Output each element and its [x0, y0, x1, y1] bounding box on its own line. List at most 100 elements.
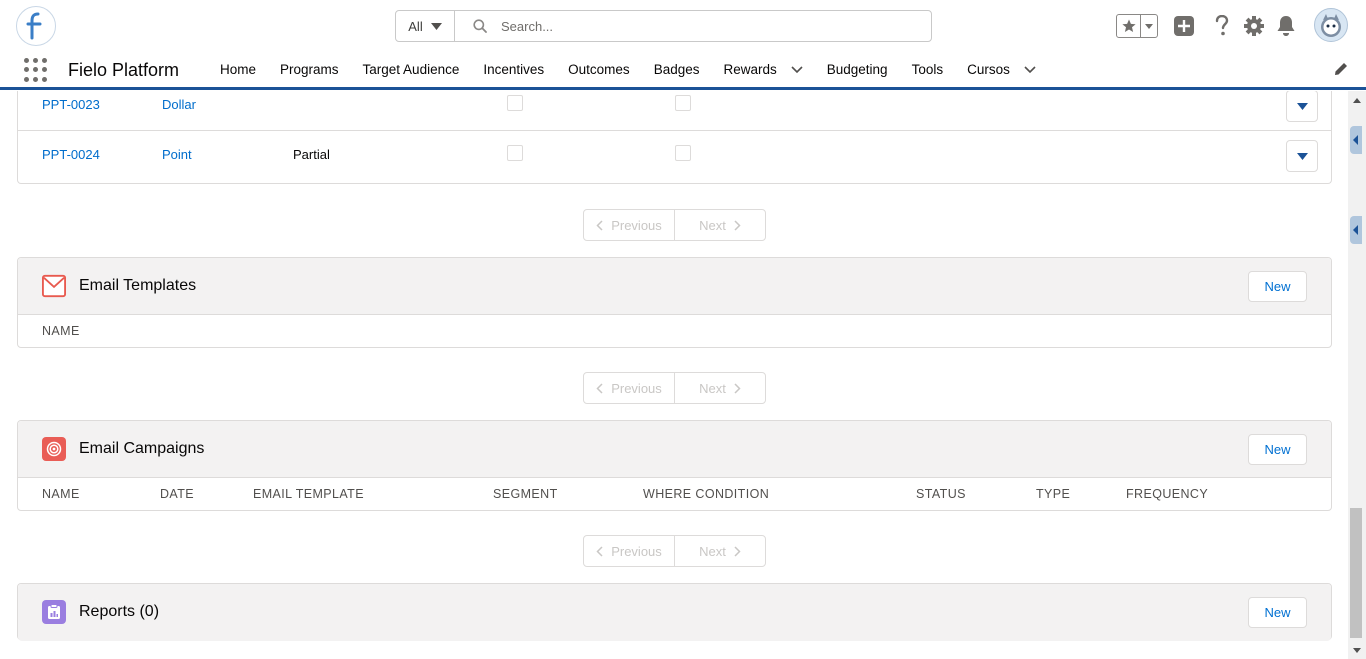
nav-item-home[interactable]: Home	[220, 62, 256, 77]
nav-item-label: Programs	[280, 62, 339, 77]
scroll-down-icon[interactable]	[1352, 645, 1362, 655]
nav-item-label: Outcomes	[568, 62, 630, 77]
previous-label: Previous	[611, 543, 662, 559]
next-button[interactable]: Next	[675, 210, 765, 240]
column-header-type[interactable]: TYPE	[1036, 487, 1070, 501]
scrollbar[interactable]	[1348, 91, 1366, 659]
column-header-segment[interactable]: SEGMENT	[493, 487, 558, 501]
card-title: Email Templates	[79, 277, 197, 294]
search-scope-select[interactable]: All	[396, 11, 455, 41]
previous-button[interactable]: Previous	[584, 536, 675, 566]
column-header-where-condition[interactable]: WHERE CONDITION	[643, 487, 769, 501]
table-row: PPT-0023 Dollar	[18, 91, 1331, 130]
nav-item-budgeting[interactable]: Budgeting	[827, 62, 888, 77]
nav-item-badges[interactable]: Badges	[654, 62, 700, 77]
next-label: Next	[699, 380, 726, 396]
new-email-template-button[interactable]: New	[1248, 271, 1307, 302]
nav-item-label: Badges	[653, 62, 700, 77]
chevron-left-icon	[596, 219, 603, 231]
fielo-logo-icon[interactable]	[16, 6, 56, 46]
checkbox	[675, 95, 691, 111]
nav-item-label: Tools	[911, 62, 944, 77]
row-actions-button[interactable]	[1286, 140, 1318, 172]
scroll-thumb[interactable]	[1350, 508, 1362, 638]
side-panel-chevron-left-icon[interactable]	[1350, 216, 1362, 244]
nav-item-label: Home	[220, 62, 257, 77]
type-link[interactable]: Point	[162, 147, 192, 162]
checkbox	[675, 145, 691, 161]
report-icon	[42, 600, 66, 624]
chevron-down-icon[interactable]	[791, 65, 803, 74]
column-header-name[interactable]: NAME	[42, 324, 80, 338]
column-header-email-template[interactable]: EMAIL TEMPLATE	[253, 487, 364, 501]
next-button[interactable]: Next	[675, 536, 765, 566]
search-scope-label: All	[408, 18, 423, 34]
nav-item-outcomes[interactable]: Outcomes	[568, 62, 630, 77]
nav-item-rewards[interactable]: Rewards	[723, 62, 803, 77]
pagination: Previous Next	[583, 535, 766, 567]
star-icon[interactable]	[1117, 15, 1141, 37]
column-header-name[interactable]: NAME	[42, 487, 80, 501]
nav-item-label: Cursos	[967, 62, 1010, 77]
column-header-frequency[interactable]: FREQUENCY	[1126, 487, 1208, 501]
nav-item-label: Incentives	[483, 62, 545, 77]
nav-items: Home Programs Target Audience Incentives…	[220, 52, 1060, 87]
nav-item-programs[interactable]: Programs	[280, 62, 339, 77]
chevron-right-icon	[734, 219, 741, 231]
checkbox	[507, 95, 523, 111]
gear-icon[interactable]	[1242, 14, 1266, 38]
row-actions-button[interactable]	[1286, 91, 1318, 122]
chevron-down-icon	[1296, 152, 1308, 160]
previous-label: Previous	[611, 380, 662, 396]
next-button[interactable]: Next	[675, 373, 765, 403]
previous-button[interactable]: Previous	[584, 210, 675, 240]
navigation-bar: Fielo Platform Home Programs Target Audi…	[0, 52, 1366, 90]
column-headers: NAME	[18, 315, 1331, 347]
pagination: Previous Next	[583, 372, 766, 404]
column-header-status[interactable]: STATUS	[916, 487, 966, 501]
new-email-campaign-button[interactable]: New	[1248, 434, 1307, 465]
new-report-button[interactable]: New	[1248, 597, 1307, 628]
type-link[interactable]: Dollar	[162, 97, 196, 112]
chevron-down-icon	[430, 22, 442, 30]
record-link[interactable]: PPT-0024	[42, 147, 100, 162]
favorites-button[interactable]	[1116, 14, 1158, 38]
previous-button[interactable]: Previous	[584, 373, 675, 403]
email-templates-card: Email Templates New NAME	[17, 257, 1332, 348]
column-header-date[interactable]: DATE	[160, 487, 194, 501]
favorites-chevron-down-icon[interactable]	[1141, 23, 1157, 29]
previous-label: Previous	[611, 217, 662, 233]
chevron-down-icon[interactable]	[1024, 65, 1036, 74]
nav-item-tools[interactable]: Tools	[912, 62, 944, 77]
search-input[interactable]	[501, 18, 901, 34]
avatar-icon[interactable]	[1314, 8, 1348, 42]
card-header: Reports (0) New	[18, 584, 1331, 641]
card-header: Email Campaigns New	[18, 421, 1331, 478]
header-actions	[1116, 8, 1348, 44]
nav-item-label: Budgeting	[826, 62, 888, 77]
help-icon[interactable]	[1210, 14, 1234, 38]
app-name: Fielo Platform	[68, 60, 180, 80]
app-launcher-icon[interactable]	[24, 58, 48, 82]
table-row: PPT-0024 Point Partial	[18, 130, 1331, 179]
side-panel-chevron-left-icon[interactable]	[1350, 126, 1362, 154]
chevron-left-icon	[596, 545, 603, 557]
next-label: Next	[699, 217, 726, 233]
bell-icon[interactable]	[1274, 14, 1298, 38]
nav-item-incentives[interactable]: Incentives	[483, 62, 544, 77]
record-link[interactable]: PPT-0023	[42, 97, 100, 112]
card-title: Email Campaigns	[79, 440, 205, 457]
target-icon	[42, 437, 66, 461]
global-header: All	[0, 0, 1366, 52]
global-search: All	[395, 10, 932, 42]
nav-item-cursos[interactable]: Cursos	[967, 62, 1036, 77]
mode-cell: Partial	[293, 147, 330, 162]
chevron-left-icon	[596, 382, 603, 394]
nav-item-label: Target Audience	[362, 62, 460, 77]
search-field[interactable]	[455, 11, 931, 41]
scroll-up-icon[interactable]	[1352, 95, 1362, 105]
pencil-icon[interactable]	[1334, 62, 1350, 78]
nav-item-target-audience[interactable]: Target Audience	[363, 62, 460, 77]
column-headers: NAME DATE EMAIL TEMPLATE SEGMENT WHERE C…	[18, 478, 1331, 510]
add-icon[interactable]	[1172, 14, 1196, 38]
